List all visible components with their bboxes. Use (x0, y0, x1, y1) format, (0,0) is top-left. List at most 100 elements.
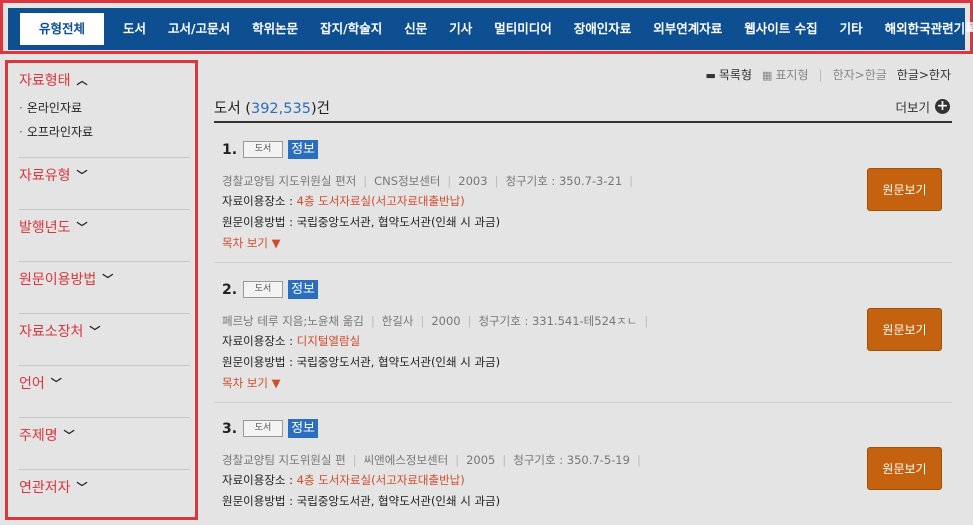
card-view-label: 표지형 (775, 68, 809, 82)
results-count-row: 도서 (392,535)건 더보기 + (214, 97, 952, 123)
view-original-button[interactable]: 원문보기 (867, 168, 942, 211)
filter-option-offline[interactable]: 오프라인자료 (19, 123, 93, 140)
tab-external[interactable]: 외부연계자료 (642, 14, 733, 44)
method-value: 국립중앙도서관, 협약도서관(인쇄 시 과금) (296, 494, 501, 508)
view-options: ▬ 목록형 ▦ 표지형 | 한자>한글 한글>한자 (705, 66, 951, 83)
meta-call-number: 청구기호 : 350.7-3-21 (505, 174, 623, 188)
location-label: 자료이용장소 : (222, 473, 294, 487)
tab-multimedia[interactable]: 멀티미디어 (483, 14, 563, 44)
tab-web-archive[interactable]: 웹사이트 수집 (733, 14, 828, 44)
filter-material-form: 자료형태 ︿ 온라인자료 오프라인자료 (19, 63, 190, 158)
tab-all[interactable]: 유형전체 (20, 13, 105, 45)
filter-material-form-toggle[interactable]: 자료형태 ︿ (19, 70, 88, 90)
tab-books[interactable]: 도서 (112, 14, 157, 44)
tab-newspapers[interactable]: 신문 (393, 14, 438, 44)
location-label: 자료이용장소 : (222, 194, 294, 208)
filter-label: 발행년도 (19, 220, 71, 236)
filter-pub-year: 발행년도 ﹀ (19, 210, 190, 262)
result-title-link[interactable]: 정보 (288, 140, 318, 159)
view-original-button[interactable]: 원문보기 (867, 308, 942, 351)
tab-other[interactable]: 기타 (829, 14, 874, 44)
filter-holding-location: 자료소장처 ﹀ (19, 314, 190, 366)
meta-year: 2000 (431, 314, 461, 328)
filter-label: 주제명 (19, 428, 58, 444)
meta-publisher: 한길사 (381, 314, 414, 328)
result-head: 1. 도서 정보 (222, 140, 318, 159)
tab-articles[interactable]: 기사 (438, 14, 483, 44)
filter-subject-toggle[interactable]: 주제명 ﹀ (19, 425, 75, 445)
meta-call-number: 청구기호 : 331.541-테524ㅈㄴ (478, 314, 638, 328)
filter-sidebar: 자료형태 ︿ 온라인자료 오프라인자료 자료유형 ﹀ 발행년도 ﹀ 원문이용방법… (5, 60, 198, 520)
filter-material-type: 자료유형 ﹀ (19, 158, 190, 210)
meta-author: 경찰교양팀 지도위원실 편저 (222, 174, 357, 188)
results-suffix: 건 (316, 101, 330, 117)
tab-theses[interactable]: 학위논문 (241, 14, 309, 44)
chevron-down-icon: ﹀ (63, 429, 75, 442)
method-label: 원문이용방법 : (222, 494, 294, 508)
location-label: 자료이용장소 : (222, 334, 294, 348)
tab-old-books[interactable]: 고서/고문서 (157, 14, 241, 44)
filter-subject: 주제명 ﹀ (19, 418, 190, 470)
filter-access-method: 원문이용방법 ﹀ (19, 262, 190, 314)
result-location: 자료이용장소 : 4층 도서자료실(서고자료대출반납) (222, 193, 465, 209)
toc-toggle[interactable]: 목차 보기 ▼ (222, 375, 280, 391)
filter-language-toggle[interactable]: 언어 ﹀ (19, 373, 62, 393)
card-view-toggle[interactable]: ▦ 표지형 (762, 66, 809, 83)
result-meta: 경찰교양팀 지도위원실 편 | 씨앤에스정보센터 | 2005 | 청구기호 : 350.7… (222, 453, 641, 467)
filter-material-type-toggle[interactable]: 자료유형 ﹀ (19, 165, 88, 185)
result-access-method: 원문이용방법 : 국립중앙도서관, 협약도서관(인쇄 시 과금) (222, 493, 500, 509)
results-count: 도서 (392,535)건 (214, 101, 330, 117)
result-title-link[interactable]: 정보 (288, 280, 318, 299)
list-view-label: 목록형 (718, 68, 752, 82)
result-meta: 경찰교양팀 지도위원실 편저 | CNS정보센터 | 2003 | 청구기호 : 350.7… (222, 174, 634, 188)
more-button[interactable]: 더보기 + (895, 97, 950, 116)
tab-accessibility[interactable]: 장애인자료 (563, 14, 643, 44)
result-number: 3. (222, 420, 238, 437)
filter-label: 연관저자 (19, 480, 71, 496)
chevron-down-icon: ﹀ (76, 481, 88, 494)
location-value[interactable]: 4층 도서자료실(서고자료대출반납) (297, 473, 465, 487)
tab-overseas-korea[interactable]: 해외한국관련기록물 (874, 14, 973, 44)
meta-author: 경찰교양팀 지도위원실 편 (222, 453, 346, 467)
result-number: 1. (222, 141, 238, 158)
filter-access-method-toggle[interactable]: 원문이용방법 ﹀ (19, 269, 113, 289)
hanja-to-hangul-toggle[interactable]: 한자>한글 (833, 66, 887, 83)
tab-journals[interactable]: 잡지/학술지 (309, 14, 393, 44)
meta-author: 페르낭 테루 지음;노윤채 옮김 (222, 314, 364, 328)
divider: | (818, 67, 823, 82)
result-access-method: 원문이용방법 : 국립중앙도서관, 협약도서관(인쇄 시 과금) (222, 214, 500, 230)
filter-label: 자료형태 (19, 73, 71, 89)
filter-option-online[interactable]: 온라인자료 (19, 99, 93, 116)
result-access-method: 원문이용방법 : 국립중앙도서관, 협약도서관(인쇄 시 과금) (222, 354, 500, 370)
method-label: 원문이용방법 : (222, 215, 294, 229)
result-title-link[interactable]: 정보 (288, 419, 318, 438)
list-icon: ▬ (705, 69, 716, 82)
view-original-button[interactable]: 원문보기 (867, 447, 942, 490)
toc-toggle[interactable]: 목차 보기 ▼ (222, 235, 280, 251)
meta-call-number: 청구기호 : 350.7-5-19 (513, 453, 630, 467)
filter-related-author: 연관저자 ﹀ (19, 470, 190, 517)
filter-holding-location-toggle[interactable]: 자료소장처 ﹀ (19, 321, 100, 341)
type-badge: 도서 (243, 420, 284, 437)
meta-year: 2003 (458, 174, 488, 188)
method-label: 원문이용방법 : (222, 355, 294, 369)
more-label: 더보기 (895, 100, 930, 115)
chevron-up-icon: ︿ (76, 74, 88, 87)
type-badge: 도서 (243, 281, 284, 298)
result-location: 자료이용장소 : 디지털열람실 (222, 333, 360, 349)
method-value: 국립중앙도서관, 협약도서관(인쇄 시 과금) (296, 215, 501, 229)
filter-language: 언어 ﹀ (19, 366, 190, 418)
location-value[interactable]: 4층 도서자료실(서고자료대출반납) (297, 194, 465, 208)
list-view-toggle[interactable]: ▬ 목록형 (705, 66, 752, 83)
top-nav-frame: 유형전체 도서 고서/고문서 학위논문 잡지/학술지 신문 기사 멀티미디어 장… (0, 0, 973, 54)
result-head: 2. 도서 정보 (222, 280, 318, 299)
plus-icon: + (935, 98, 950, 114)
results-category: 도서 (214, 101, 241, 117)
location-value[interactable]: 디지털열람실 (297, 334, 360, 348)
filter-related-author-toggle[interactable]: 연관저자 ﹀ (19, 477, 88, 497)
chevron-down-icon: ﹀ (76, 221, 88, 234)
hangul-to-hanja-toggle[interactable]: 한글>한자 (897, 66, 951, 83)
filter-pub-year-toggle[interactable]: 발행년도 ﹀ (19, 217, 88, 237)
chevron-down-icon: ﹀ (102, 273, 114, 286)
type-badge: 도서 (243, 141, 284, 158)
